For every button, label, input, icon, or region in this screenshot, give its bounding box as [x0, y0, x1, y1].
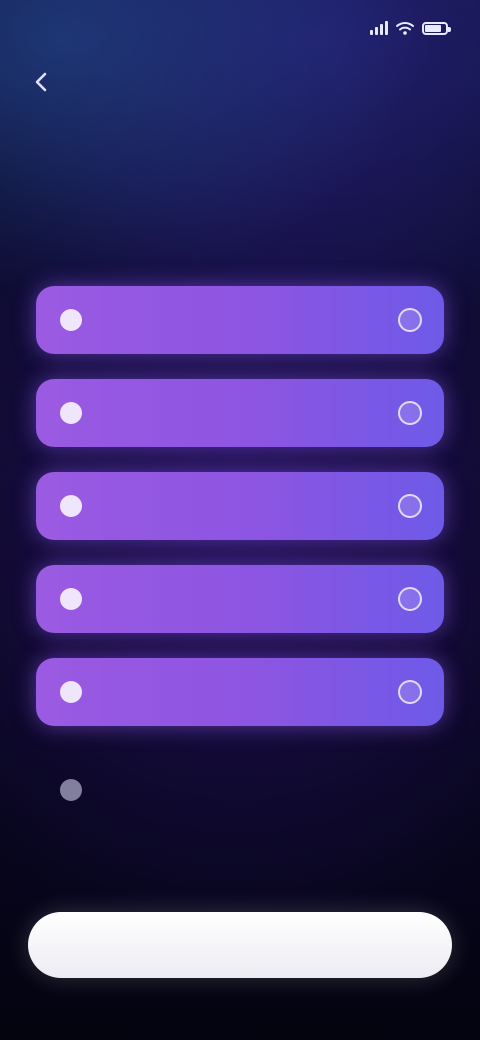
status-icons: [370, 21, 451, 35]
plus-icon: [60, 779, 82, 801]
battery-icon: [422, 21, 451, 35]
option-icon: [60, 681, 82, 703]
quiz-screen: [0, 0, 480, 1040]
radio-icon: [398, 401, 422, 425]
continue-button[interactable]: [28, 912, 452, 978]
option-5[interactable]: [36, 658, 444, 726]
chevron-left-icon: [35, 72, 47, 92]
signal-icon: [370, 21, 388, 35]
option-icon: [60, 495, 82, 517]
option-4[interactable]: [36, 565, 444, 633]
option-icon: [60, 588, 82, 610]
option-icon: [60, 309, 82, 331]
status-bar: [0, 0, 480, 56]
other-option[interactable]: [36, 760, 444, 820]
option-3[interactable]: [36, 472, 444, 540]
radio-icon: [398, 494, 422, 518]
radio-icon: [398, 308, 422, 332]
radio-icon: [398, 587, 422, 611]
answer-options: [36, 286, 444, 726]
option-2[interactable]: [36, 379, 444, 447]
wifi-icon: [396, 22, 414, 35]
option-icon: [60, 402, 82, 424]
radio-icon: [398, 680, 422, 704]
option-1[interactable]: [36, 286, 444, 354]
back-button[interactable]: [24, 64, 60, 100]
